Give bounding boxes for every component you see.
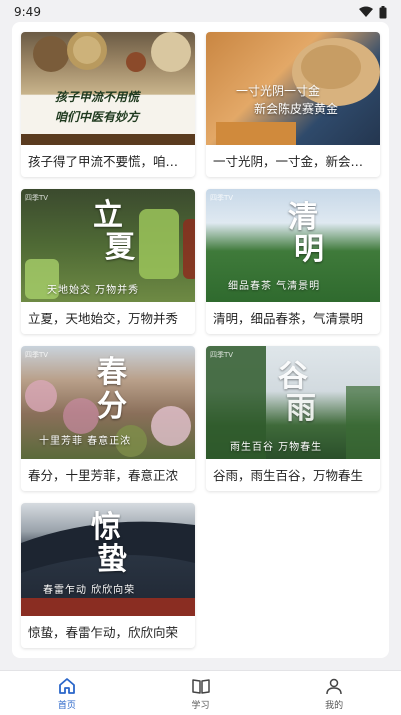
nav-label-mine: 我的 <box>325 700 344 711</box>
video-title: 春分，十里芳菲，春意正浓 <box>28 468 179 483</box>
nav-label-home: 首页 <box>57 700 76 711</box>
video-title: 立夏，天地始交，万物并秀 <box>28 311 179 326</box>
video-title: 孩子得了甲流不要慌，咱们中医有妙方 <box>28 154 190 169</box>
nav-item-home[interactable]: 首页 <box>0 671 134 715</box>
video-thumbnail: 一寸光阴一寸金 新会陈皮赛黄金 <box>206 32 380 145</box>
video-caption: 细品春茶 气清景明 <box>228 281 321 292</box>
banner-line-1: 一寸光阴一寸金 <box>236 84 321 98</box>
video-thumbnail: 四季TV 清 明 细品春茶 气清景明 <box>206 189 380 302</box>
status-time: 9:49 <box>14 5 41 19</box>
title-char-1: 立 <box>93 198 123 233</box>
video-card[interactable]: 四季TV 清 明 细品春茶 气清景明 清明，细品春茶，气清景明 <box>206 189 380 334</box>
bottom-nav: 首页 学习 我的 <box>0 670 401 715</box>
title-char-2: 蛰 <box>97 542 127 577</box>
video-thumbnail: 四季TV 谷 雨 雨生百谷 万物春生 <box>206 346 380 459</box>
video-card[interactable]: 四季TV 立 夏 天地始交 万物并秀 立夏，天地始交，万物并秀 <box>21 189 195 334</box>
title-char-2: 夏 <box>105 230 135 265</box>
video-caption: 雨生百谷 万物春生 <box>230 442 323 453</box>
video-thumbnail: 孩子甲流不用慌 咱们中医有妙方 <box>21 32 195 145</box>
book-icon <box>191 678 210 694</box>
video-card[interactable]: 孩子甲流不用慌 咱们中医有妙方 孩子得了甲流不要慌，咱们中医有妙方 <box>21 32 195 177</box>
title-char-1: 春 <box>97 355 127 390</box>
video-card[interactable]: 四季TV 春 分 十里芳菲 春意正浓 春分，十里芳菲，春意正浓 <box>21 346 195 491</box>
wifi-icon <box>359 6 373 17</box>
title-char-1: 谷 <box>278 359 308 394</box>
status-bar: 9:49 <box>0 0 401 24</box>
banner-line-1: 孩子甲流不用慌 <box>55 90 140 104</box>
channel-logo: 四季TV <box>210 351 234 359</box>
video-caption: 春雷乍动 欣欣向荣 <box>43 585 136 596</box>
nav-item-mine[interactable]: 我的 <box>267 671 401 715</box>
video-card[interactable]: 四季TV 谷 雨 雨生百谷 万物春生 谷雨，雨生百谷，万物春生 <box>206 346 380 491</box>
video-thumbnail: 四季TV 立 夏 天地始交 万物并秀 <box>21 189 195 302</box>
video-card[interactable]: 一寸光阴一寸金 新会陈皮赛黄金 一寸光阴，一寸金，新会陈皮赛黄金 <box>206 32 380 177</box>
nav-label-study: 学习 <box>191 700 210 711</box>
banner-line-2: 新会陈皮赛黄金 <box>254 102 339 116</box>
status-icons <box>359 5 387 19</box>
video-caption: 天地始交 万物并秀 <box>47 285 140 296</box>
channel-logo: 四季TV <box>210 194 234 202</box>
nav-item-study[interactable]: 学习 <box>134 671 268 715</box>
video-grid-panel: 孩子甲流不用慌 咱们中医有妙方 孩子得了甲流不要慌，咱们中医有妙方 一寸光阴一寸… <box>12 22 389 658</box>
title-char-2: 分 <box>97 389 127 424</box>
user-icon <box>326 678 342 694</box>
banner-line-2: 咱们中医有妙方 <box>55 110 140 124</box>
video-title: 惊蛰，春雷乍动，欣欣向荣 <box>28 625 179 640</box>
title-char-1: 清 <box>288 200 318 235</box>
video-caption: 十里芳菲 春意正浓 <box>39 436 132 447</box>
channel-logo: 四季TV <box>25 351 49 359</box>
title-char-1: 惊 <box>91 510 121 545</box>
video-title: 谷雨，雨生百谷，万物春生 <box>213 468 364 483</box>
video-thumbnail: 四季TV 春 分 十里芳菲 春意正浓 <box>21 346 195 459</box>
home-icon <box>58 677 75 694</box>
video-title: 清明，细品春茶，气清景明 <box>213 311 364 326</box>
title-char-2: 明 <box>294 232 324 267</box>
battery-icon <box>379 5 387 18</box>
title-char-2: 雨 <box>286 391 316 426</box>
video-title: 一寸光阴，一寸金，新会陈皮赛黄金 <box>213 154 375 169</box>
video-card[interactable]: 惊 蛰 春雷乍动 欣欣向荣 惊蛰，春雷乍动，欣欣向荣 <box>21 503 195 648</box>
channel-logo: 四季TV <box>25 194 49 202</box>
video-thumbnail: 惊 蛰 春雷乍动 欣欣向荣 <box>21 503 195 616</box>
